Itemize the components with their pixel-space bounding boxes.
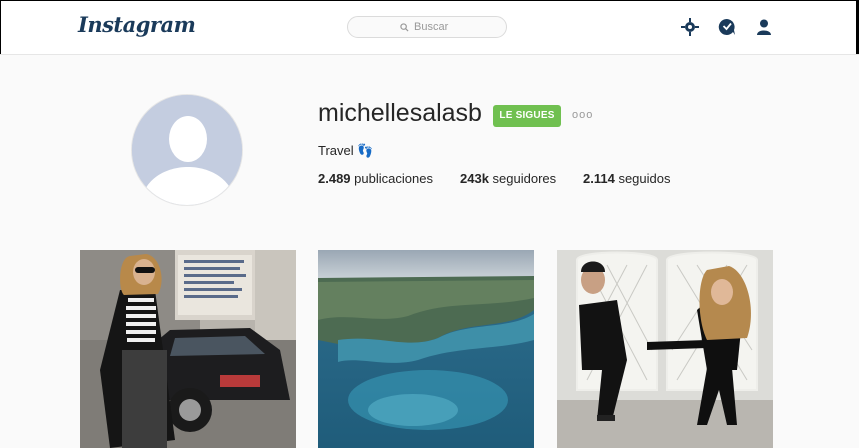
post-image	[318, 250, 534, 448]
post-image	[557, 250, 773, 448]
activity-icon[interactable]	[717, 17, 737, 37]
stat-value: 2.489	[318, 171, 351, 186]
following-button[interactable]: LE SIGUES	[493, 105, 561, 127]
window-edge	[0, 0, 859, 1]
search-placeholder: Buscar	[414, 21, 449, 33]
stat-label: seguidores	[492, 171, 557, 186]
post-street-fashion[interactable]	[80, 250, 296, 448]
stat-label: seguidos	[618, 171, 671, 186]
post-image	[80, 250, 296, 448]
window-edge	[0, 0, 1, 54]
stat-label: publicaciones	[354, 171, 433, 186]
avatar	[131, 94, 243, 206]
stat-followers[interactable]: 243k seguidores	[460, 171, 556, 186]
top-navbar: Instagram Buscar	[0, 0, 859, 55]
stat-following[interactable]: 2.114 seguidos	[583, 171, 671, 186]
default-avatar-icon	[132, 95, 242, 205]
profile-icon[interactable]	[754, 17, 774, 37]
search-input[interactable]: Buscar	[347, 16, 507, 38]
more-options-button[interactable]: ooo	[572, 109, 593, 121]
post-aerial-coast[interactable]	[318, 250, 534, 448]
profile-bio: Travel 👣	[318, 143, 374, 158]
stat-value: 243k	[460, 171, 489, 186]
post-couple-chairs[interactable]	[557, 250, 773, 448]
search-icon	[400, 23, 409, 32]
stat-value: 2.114	[583, 171, 615, 186]
instagram-logo[interactable]: Instagram	[78, 12, 196, 37]
stat-posts: 2.489 publicaciones	[318, 171, 433, 186]
explore-icon[interactable]	[680, 17, 700, 37]
profile-username: michellesalasb	[318, 99, 482, 127]
